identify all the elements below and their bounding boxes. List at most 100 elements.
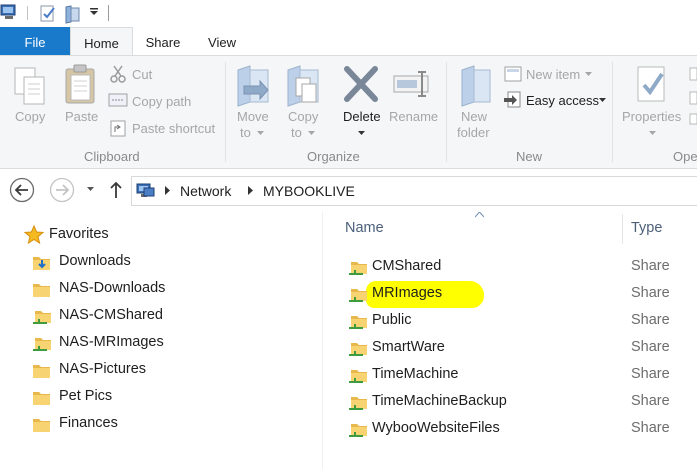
- column-header-name[interactable]: Name: [345, 220, 384, 236]
- file-type: Share: [631, 366, 670, 382]
- file-row[interactable]: SmartWare Share: [346, 335, 697, 362]
- network-share-icon: [349, 316, 367, 329]
- folder-icon: [33, 365, 50, 378]
- breadcrumb-chevron-icon[interactable]: [248, 186, 254, 195]
- file-row[interactable]: Public Share: [346, 308, 697, 335]
- copy-to-label-1: Copy: [288, 109, 319, 124]
- pane-divider[interactable]: [322, 212, 323, 469]
- file-name: WybooWebsiteFiles: [372, 420, 500, 436]
- easy-access-label: Easy access: [526, 93, 599, 108]
- copy-label: Copy: [15, 109, 46, 124]
- properties-icon: [637, 66, 665, 102]
- recent-locations-dropdown-icon[interactable]: [87, 187, 95, 193]
- open-group-label: Ope: [673, 149, 697, 164]
- address-bar[interactable]: Network MYBOOKLIVE: [131, 176, 697, 206]
- nav-item-label: NAS-Pictures: [59, 361, 147, 377]
- network-share-icon: [349, 289, 367, 302]
- file-name: TimeMachineBackup: [372, 393, 507, 409]
- easy-access-dropdown-icon: [599, 98, 606, 102]
- new-item-dropdown-icon: [585, 72, 592, 76]
- qat-separator: [108, 5, 109, 21]
- folder-shortcut-icon: [33, 284, 50, 297]
- group-separator: [446, 62, 447, 162]
- quick-access-toolbar: [0, 0, 697, 27]
- network-share-icon: [349, 343, 367, 356]
- toolbar-separator-icon: [27, 6, 28, 20]
- column-header-type[interactable]: Type: [631, 220, 662, 236]
- copy-to-icon: [287, 65, 319, 107]
- properties-dropdown-icon: [649, 131, 656, 135]
- network-share-icon: [349, 424, 367, 437]
- file-type: Share: [631, 258, 670, 274]
- group-separator: [612, 62, 613, 162]
- cut-label: Cut: [132, 67, 153, 82]
- nav-item-label: NAS-MRImages: [59, 334, 164, 350]
- up-arrow-button[interactable]: [108, 180, 124, 200]
- paste-icon: [65, 64, 95, 104]
- copy-to-dropdown-icon: [308, 131, 315, 135]
- network-icon: [136, 183, 155, 197]
- tab-file[interactable]: File: [0, 27, 70, 55]
- file-row[interactable]: MRImages Share: [346, 281, 697, 308]
- file-type: Share: [631, 312, 670, 328]
- customize-qat-dropdown-icon[interactable]: [89, 8, 99, 16]
- network-folder-icon: [33, 338, 51, 351]
- forward-button[interactable]: [49, 177, 77, 205]
- nav-item-label: NAS-CMShared: [59, 307, 163, 323]
- file-row[interactable]: WybooWebsiteFiles Share: [346, 416, 697, 443]
- new-folder-qat-icon[interactable]: [63, 4, 83, 24]
- file-row[interactable]: CMShared Share: [346, 254, 697, 281]
- back-button[interactable]: [9, 177, 37, 205]
- new-item-icon: [504, 66, 522, 82]
- nav-item-label: NAS-Downloads: [59, 280, 166, 296]
- tab-share[interactable]: Share: [134, 27, 192, 55]
- ribbon-tabs: File Home Share View: [0, 27, 697, 56]
- folder-icon: [33, 392, 50, 405]
- rename-icon: [393, 71, 429, 97]
- file-name: Public: [372, 312, 412, 328]
- star-icon: [24, 225, 44, 245]
- file-name: CMShared: [372, 258, 442, 274]
- file-row[interactable]: TimeMachineBackup Share: [346, 389, 697, 416]
- computer-icon[interactable]: [0, 3, 20, 21]
- nav-item-label: Downloads: [59, 253, 131, 269]
- nav-item-label: Finances: [59, 415, 118, 431]
- network-folder-icon: [33, 311, 51, 324]
- breadcrumb-network[interactable]: Network: [180, 183, 231, 199]
- properties-qat-icon[interactable]: [38, 4, 58, 24]
- tab-view[interactable]: View: [196, 27, 248, 55]
- clipboard-group-label: Clipboard: [84, 149, 140, 164]
- tab-home[interactable]: Home: [70, 27, 133, 56]
- breadcrumb-mybooklive[interactable]: MYBOOKLIVE: [263, 183, 355, 199]
- organize-group-label: Organize: [307, 149, 360, 164]
- nav-favorites-label: Favorites: [49, 226, 109, 242]
- file-name: MRImages: [372, 285, 443, 301]
- new-folder-label-2: folder: [457, 125, 490, 140]
- new-folder-icon: [461, 65, 491, 107]
- delete-x-icon: [344, 66, 378, 102]
- network-share-icon: [349, 397, 367, 410]
- move-to-label-1: Move: [237, 109, 269, 124]
- file-type: Share: [631, 339, 670, 355]
- move-to-icon: [237, 65, 269, 107]
- paste-shortcut-icon: [110, 120, 126, 137]
- open-group-icons-partial: [689, 67, 697, 125]
- properties-label: Properties: [622, 109, 682, 124]
- file-type: Share: [631, 285, 670, 301]
- file-type: Share: [631, 393, 670, 409]
- delete-label: Delete: [343, 109, 381, 124]
- ribbon-home: Copy Paste Cut Copy path Paste shortcut …: [0, 55, 697, 169]
- network-share-icon: [349, 262, 367, 275]
- copy-path-icon: [108, 93, 128, 107]
- nav-item-label: Pet Pics: [59, 388, 113, 404]
- delete-dropdown-icon: [358, 131, 365, 135]
- copy-path-label: Copy path: [132, 94, 192, 109]
- file-row[interactable]: TimeMachine Share: [346, 362, 697, 389]
- rename-label: Rename: [389, 109, 439, 124]
- paste-label: Paste: [65, 109, 99, 124]
- new-folder-label-1: New: [461, 109, 488, 124]
- breadcrumb-chevron-icon[interactable]: [165, 186, 171, 195]
- navigation-pane: Favorites Downloads NAS-Downloads NAS-CM…: [0, 212, 322, 469]
- column-divider[interactable]: [622, 214, 623, 244]
- downloads-folder-icon: [33, 257, 50, 270]
